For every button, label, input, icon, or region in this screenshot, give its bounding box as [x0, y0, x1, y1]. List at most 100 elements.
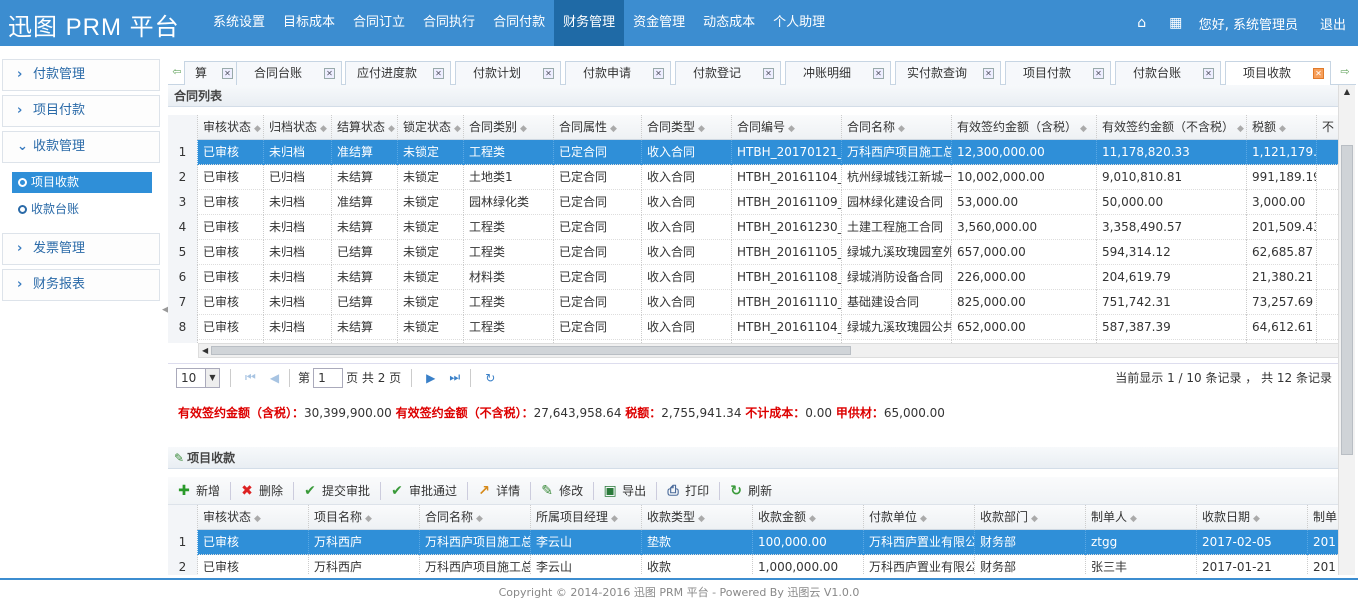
hscroll-thumb[interactable] [211, 346, 851, 355]
sidebar-group-payment-mgmt[interactable]: › 付款管理 [2, 59, 160, 91]
table-row[interactable]: 4 已审核 未归档 未结算 未锁定 工程类 已定合同 收入合同 HTBH_20161230_0 土… [168, 215, 1338, 240]
sidebar-group-finance-reports[interactable]: › 财务报表 [2, 269, 160, 301]
receipt-col-header[interactable]: 制单 [1308, 505, 1338, 530]
table-row[interactable]: 7 已审核 未归档 已结算 未锁定 工程类 已定合同 收入合同 HTBH_20161110_3 基… [168, 290, 1338, 315]
logout-button[interactable]: 退出 [1308, 14, 1358, 33]
tab-payment-ledger[interactable]: 付款台账 ✕ [1115, 61, 1221, 85]
next-page-icon[interactable]: ▶ [426, 371, 435, 385]
tab-close-icon[interactable]: ✕ [1313, 68, 1324, 79]
tab-close-icon[interactable]: ✕ [1203, 68, 1214, 79]
table-cell: 绿城九溪玫瑰园公共 [842, 315, 952, 340]
sidebar-item-project-receipts[interactable]: 项目收款 [12, 172, 152, 193]
contract-col-header[interactable]: 审核状态 ◆ [198, 115, 264, 140]
refresh-icon[interactable]: ↻ [485, 371, 495, 385]
tab-scroll-right-icon[interactable]: ⇨ [1338, 60, 1352, 84]
receipt-col-header[interactable]: 收款部门 ◆ [975, 505, 1086, 530]
home-icon[interactable]: ⌂ [1125, 15, 1159, 31]
contract-col-header[interactable]: 不 [1317, 115, 1338, 140]
contract-col-header[interactable]: 归档状态 ◆ [264, 115, 332, 140]
receipt-col-header[interactable]: 收款类型 ◆ [642, 505, 753, 530]
tab-close-icon[interactable]: ✕ [1093, 68, 1104, 79]
nav-item-funds[interactable]: 资金管理 [624, 0, 694, 46]
contract-col-header[interactable]: 合同编号 ◆ [732, 115, 842, 140]
tab-payment-plan[interactable]: 付款计划 ✕ [455, 61, 561, 85]
receipt-col-header[interactable]: 合同名称 ◆ [420, 505, 531, 530]
receipt-col-header[interactable]: 付款单位 ◆ [864, 505, 975, 530]
main-vscroll[interactable]: ▲ [1338, 85, 1355, 575]
tab-offset-detail[interactable]: 冲账明细 ✕ [785, 61, 891, 85]
tab-close-icon[interactable]: ✕ [222, 68, 233, 79]
tab-close-icon[interactable]: ✕ [324, 68, 335, 79]
contract-col-header[interactable]: 有效签约金额（含税） ◆ [952, 115, 1097, 140]
print-button[interactable]: ⎙ 打印 [665, 482, 710, 499]
table-row[interactable]: 2 已审核 已归档 未结算 未锁定 土地类1 已定合同 收入合同 HTBH_20161104_1… [168, 165, 1338, 190]
nav-item-contract-execution[interactable]: 合同执行 [414, 0, 484, 46]
refresh-button[interactable]: ↻ 刷新 [728, 482, 772, 499]
tab-actual-payment-query[interactable]: 实付款查询 ✕ [895, 61, 1001, 85]
contract-col-header[interactable]: 有效签约金额（不含税） ◆ [1097, 115, 1247, 140]
contract-col-header[interactable]: 税额 ◆ [1247, 115, 1317, 140]
receipt-col-header[interactable]: 项目名称 ◆ [309, 505, 420, 530]
table-cell: 652,000.00 [952, 315, 1097, 340]
tab-contract-ledger[interactable]: 合同台账 ✕ [236, 61, 342, 85]
nav-item-contract-signing[interactable]: 合同订立 [344, 0, 414, 46]
approve-button[interactable]: ✔ 审批通过 [389, 482, 457, 499]
delete-button[interactable]: ✖ 删除 [239, 482, 283, 499]
tab-close-icon[interactable]: ✕ [653, 68, 664, 79]
sidebar-group-receipt-mgmt[interactable]: ⌄ 收款管理 [2, 131, 160, 163]
tab-payment-register[interactable]: 付款登记 ✕ [675, 61, 781, 85]
nav-item-target-cost[interactable]: 目标成本 [274, 0, 344, 46]
tab-project-payment[interactable]: 项目付款 ✕ [1005, 61, 1111, 85]
tab-scroll-left-icon[interactable]: ⇦ [170, 60, 184, 84]
submit-approval-button[interactable]: ✔ 提交审批 [302, 482, 370, 499]
contract-col-header[interactable]: 结算状态 ◆ [332, 115, 398, 140]
tab-project-receipts[interactable]: 项目收款 ✕ [1225, 61, 1331, 86]
contract-col-header[interactable]: 合同类型 ◆ [642, 115, 732, 140]
tab-close-icon[interactable]: ✕ [433, 68, 444, 79]
tab-close-icon[interactable]: ✕ [763, 68, 774, 79]
details-button[interactable]: ↗ 详情 [476, 482, 520, 499]
table-row[interactable]: 2 已审核 万科西庐 万科西庐项目施工总 李云山 收款 1,000,000.00 万科西庐置业… [168, 555, 1338, 575]
user-greeting[interactable]: 您好, 系统管理员 [1193, 14, 1308, 33]
receipt-col-header[interactable]: 所属项目经理 ◆ [531, 505, 642, 530]
receipt-col-header[interactable]: 制单人 ◆ [1086, 505, 1197, 530]
contract-col-header[interactable]: 合同名称 ◆ [842, 115, 952, 140]
table-row[interactable]: 3 已审核 未归档 准结算 未锁定 园林绿化类 已定合同 收入合同 HTBH_20161109_… [168, 190, 1338, 215]
receipt-col-header[interactable]: 收款金额 ◆ [753, 505, 864, 530]
prev-page-icon[interactable]: ◀ [270, 371, 279, 385]
page-number-input[interactable]: 1 [313, 367, 344, 388]
table-row[interactable]: 8 已审核 未归档 未结算 未锁定 工程类 已定合同 收入合同 HTBH_20161104_2 绿… [168, 315, 1338, 340]
tab-close-icon[interactable]: ✕ [543, 68, 554, 79]
sidebar-group-project-payment[interactable]: › 项目付款 [2, 95, 160, 127]
table-row[interactable]: 6 已审核 未归档 未结算 未锁定 材料类 已定合同 收入合同 HTBH_20161108_5 绿… [168, 265, 1338, 290]
contract-col-header[interactable]: 合同属性 ◆ [554, 115, 642, 140]
sidebar-group-invoice-mgmt[interactable]: › 发票管理 [2, 233, 160, 265]
tab-payable-progress[interactable]: 应付进度款 ✕ [345, 61, 451, 85]
receipt-col-header[interactable]: 审核状态 ◆ [198, 505, 309, 530]
tab-close-icon[interactable]: ✕ [873, 68, 884, 79]
nav-item-dynamic-cost[interactable]: 动态成本 [694, 0, 764, 46]
export-button[interactable]: ▣ 导出 [602, 482, 646, 499]
grid-icon[interactable]: ▦ [1159, 15, 1193, 31]
add-button[interactable]: ✚ 新增 [176, 482, 220, 499]
table-row[interactable]: 1 已审核 未归档 准结算 未锁定 工程类 已定合同 收入合同 HTBH_20170121_3 万… [168, 140, 1338, 165]
last-page-icon[interactable]: ⏭ [449, 370, 460, 385]
contract-col-header[interactable]: 锁定状态 ◆ [398, 115, 464, 140]
nav-item-personal-assistant[interactable]: 个人助理 [764, 0, 834, 46]
nav-item-contract-payment[interactable]: 合同付款 [484, 0, 554, 46]
edit-button[interactable]: ✎ 修改 [539, 482, 583, 499]
tab-close-icon[interactable]: ✕ [983, 68, 994, 79]
tab-truncated[interactable]: 算 ✕ [184, 61, 240, 85]
table-row[interactable]: 5 已审核 未归档 已结算 未锁定 工程类 已定合同 收入合同 HTBH_20161105_7 绿… [168, 240, 1338, 265]
sidebar-item-receipt-ledger[interactable]: 收款台账 [12, 199, 152, 220]
table-row[interactable]: 1 已审核 万科西庐 万科西庐项目施工总 李云山 垫款 100,000.00 万科西庐置业有限… [168, 530, 1338, 555]
contract-grid-hscroll[interactable]: ◀ ▶ [198, 343, 1338, 358]
contract-col-header[interactable]: 合同类别 ◆ [464, 115, 554, 140]
nav-item-system-settings[interactable]: 系统设置 [204, 0, 274, 46]
first-page-icon[interactable]: ⏮ [245, 370, 256, 385]
vscroll-thumb[interactable] [1341, 145, 1353, 455]
nav-item-finance[interactable]: 财务管理 [554, 0, 625, 46]
receipt-col-header[interactable]: 收款日期 ◆ [1197, 505, 1308, 530]
page-size-select[interactable]: 10 ▼ [176, 367, 220, 388]
tab-payment-request[interactable]: 付款申请 ✕ [565, 61, 671, 85]
